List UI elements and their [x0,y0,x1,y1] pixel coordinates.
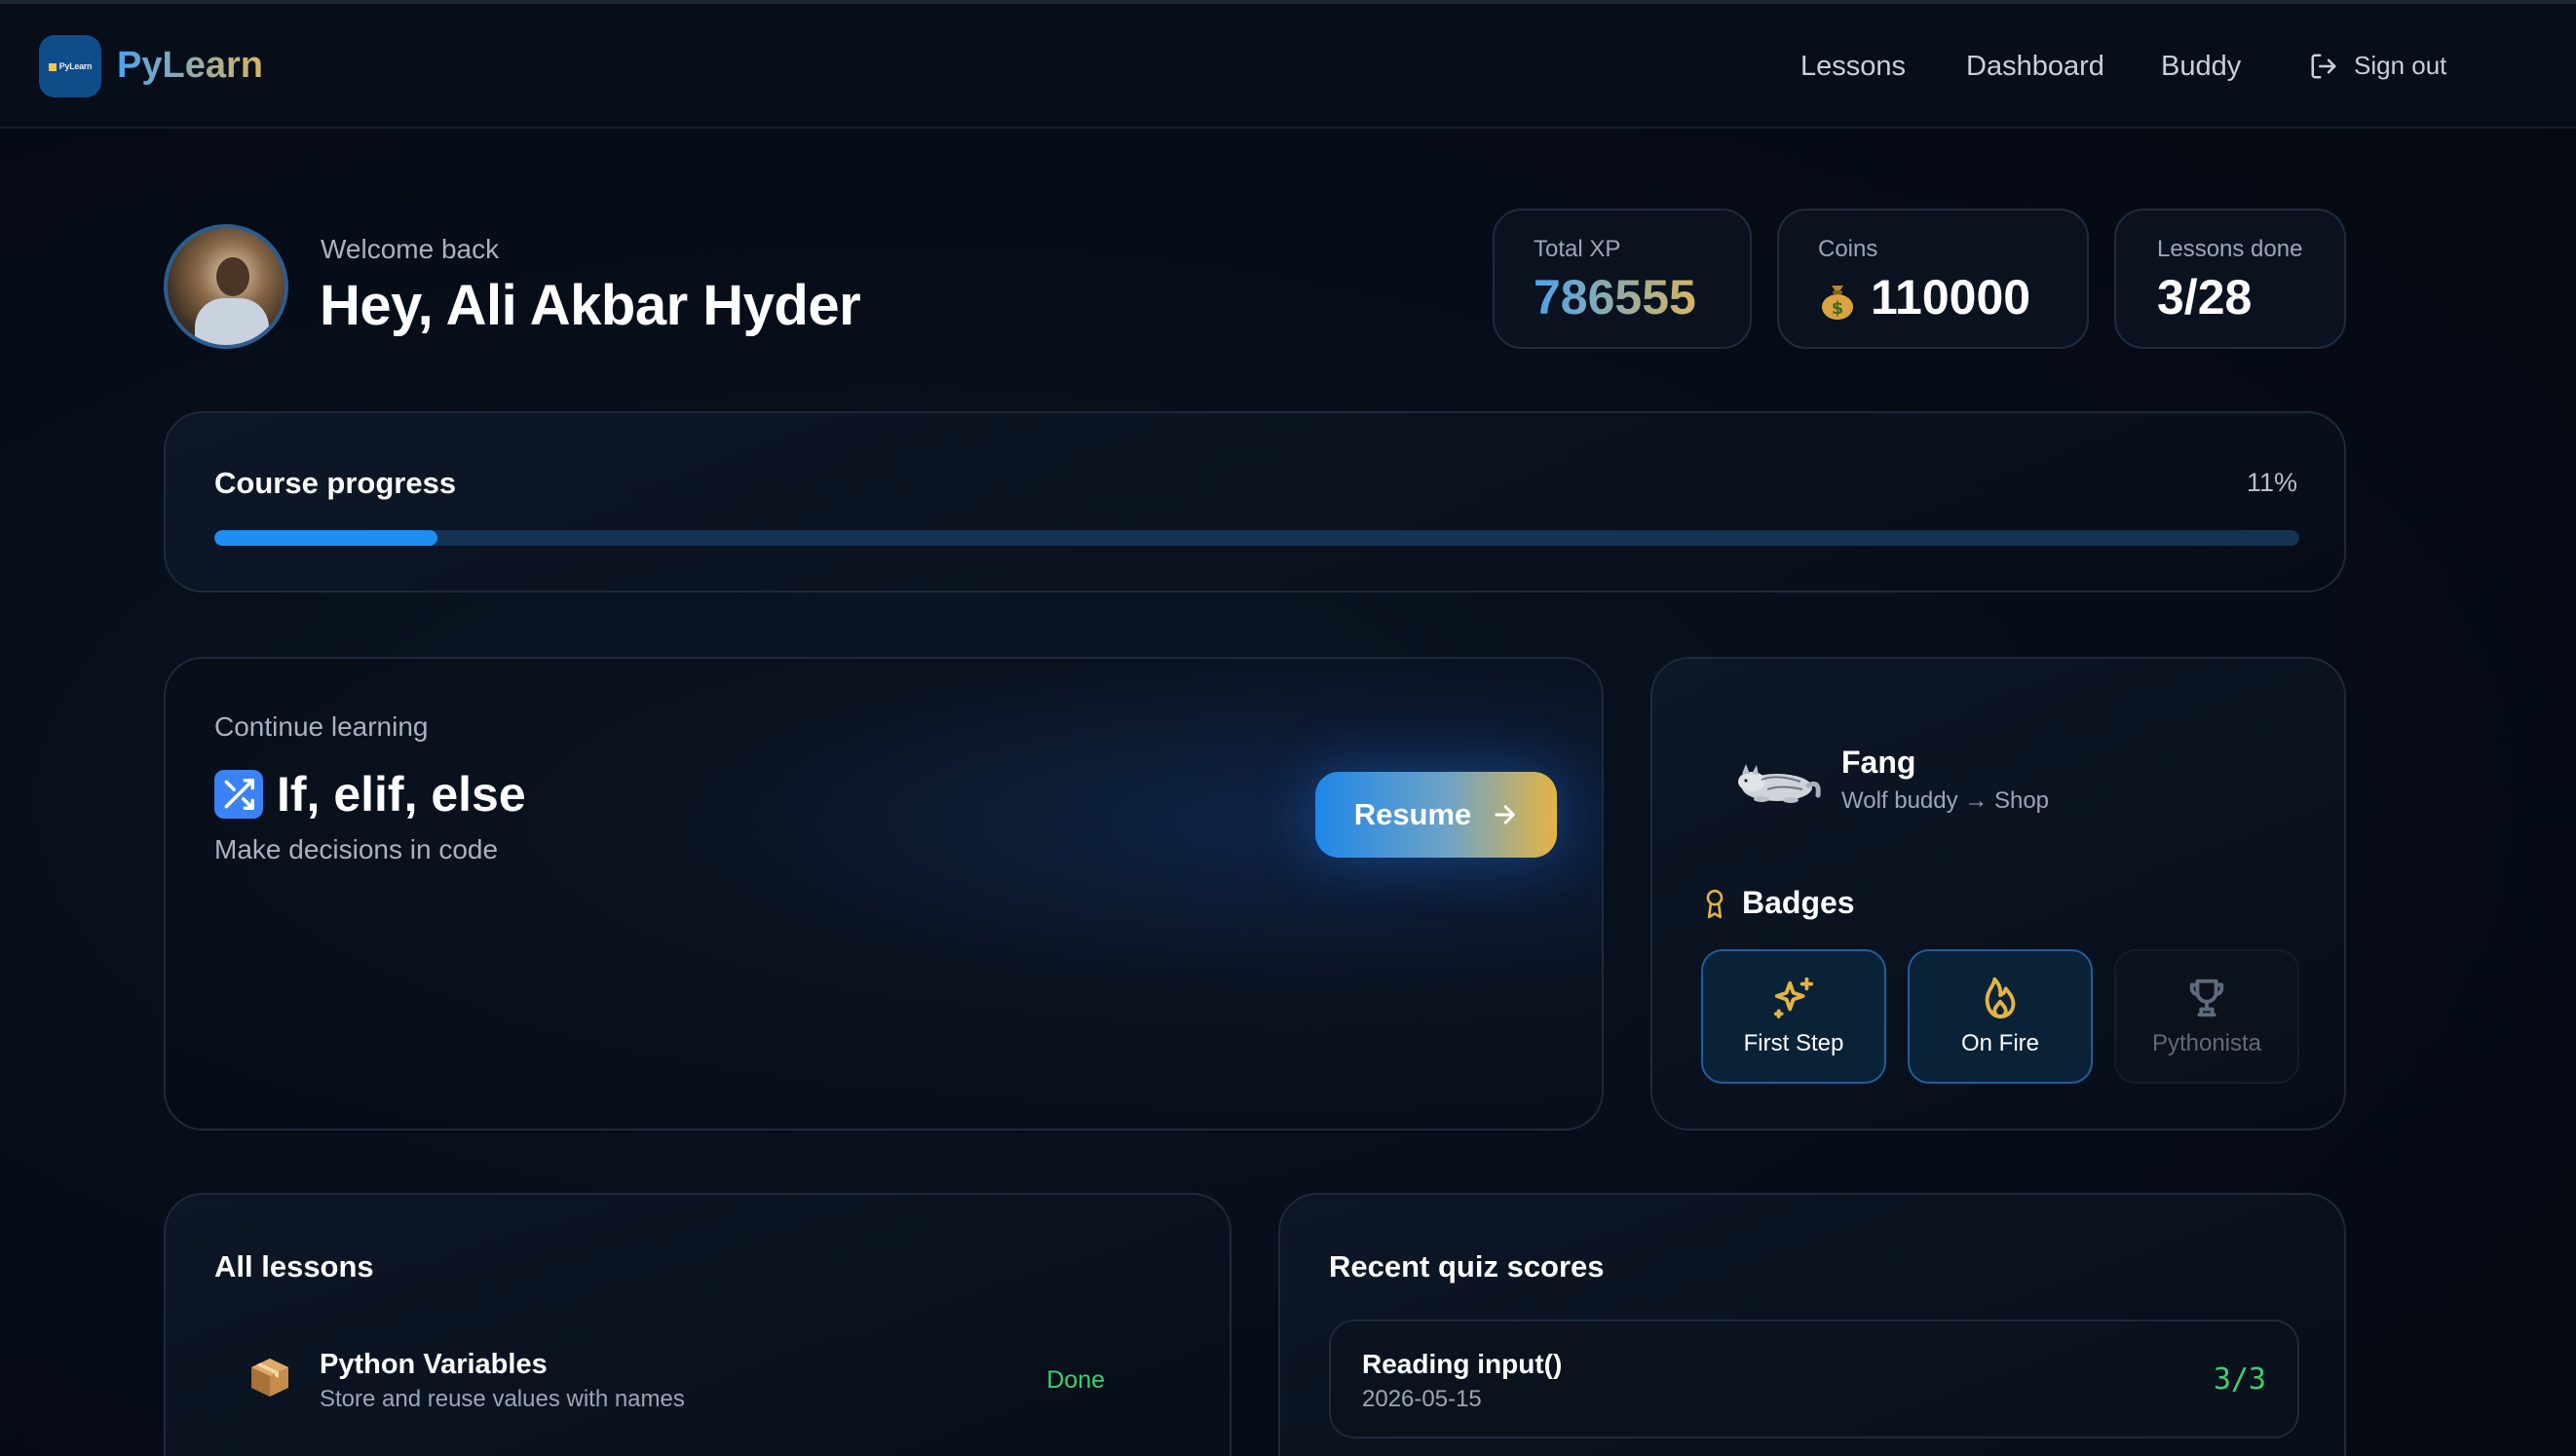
stat-xp-value: 786555 [1534,270,1696,325]
logo-icon[interactable]: PyLearn [39,35,101,97]
badge-pythonista[interactable]: Pythonista [2114,949,2299,1084]
progress-fill [214,530,437,546]
badge-label: Pythonista [2151,1030,2262,1056]
brand-name[interactable]: PyLearn [117,45,263,87]
welcome-text: Welcome back [321,234,500,264]
avatar-body [195,298,269,345]
course-progress-card: Course progress 11% [164,411,2346,593]
money-bag-icon: $ [1818,276,1857,320]
stat-total-xp: Total XP 786555 [1493,209,1752,349]
progress-title: Course progress [214,466,457,500]
stat-lessons-label: Lessons done [2157,236,2303,262]
resume-button[interactable]: Resume [1315,772,1557,858]
nav-buddy[interactable]: Buddy [2161,51,2241,83]
sign-out-button[interactable]: Sign out [2309,51,2446,81]
badge-label: On Fire [1960,1030,2039,1056]
stat-coins: Coins $ 110000 [1777,209,2089,349]
current-lesson-title: If, elif, else [277,767,526,822]
all-lessons-title: All lessons [214,1249,374,1284]
progress-percent: 11% [2246,468,2297,497]
stat-xp-label: Total XP [1534,236,1621,262]
lesson-subtitle: Store and reuse values with names [320,1386,685,1412]
quiz-date: 2026-05-15 [1362,1386,1482,1412]
avatar[interactable] [164,224,288,349]
buddy-shop-link[interactable]: Wolf buddy → Shop [1841,787,2049,815]
logo-mini-text: PyLearn [49,61,93,71]
continue-label: Continue learning [214,711,429,742]
quiz-row[interactable]: Reading input() 2026-05-15 3/3 [1329,1320,2299,1438]
dashboard-page: PyLearn PyLearn Lessons Dashboard Buddy … [0,0,2576,1456]
trophy-icon [2189,978,2224,1017]
sparkles-icon [1773,977,1814,1019]
lesson-title: Python Variables [320,1349,548,1380]
buddy-name: Fang [1841,745,1916,780]
resume-label: Resume [1353,797,1472,831]
lesson-status-badge: Done [1046,1366,1105,1394]
continue-learning-card: Continue learning If, elif, else Make de… [164,657,1604,1130]
badge-first-step[interactable]: First Step [1701,949,1886,1084]
sign-out-label: Sign out [2354,51,2447,80]
current-lesson-description: Make decisions in code [214,834,499,864]
badge-on-fire[interactable]: On Fire [1908,949,2093,1084]
box-icon [251,1359,288,1397]
svg-text:$: $ [1832,298,1844,319]
flame-icon [1985,977,2016,1019]
stat-coins-value: 110000 [1871,270,2031,325]
stat-coins-label: Coins [1818,236,1878,262]
arrow-right-icon [1495,805,1516,824]
shuffle-icon [214,770,263,819]
badges-title: Badges [1742,885,1855,920]
stat-lessons-value: 3/28 [2157,270,2253,325]
stat-lessons-done: Lessons done 3/28 [2114,209,2346,349]
recent-quiz-card: Recent quiz scores Reading input() 2026-… [1278,1193,2346,1456]
quiz-score: 3/3 [2213,1362,2266,1397]
greeting-title: Hey, Ali Akbar Hyder [320,274,861,337]
sign-out-icon [2311,54,2336,78]
progress-track [214,530,2299,546]
avatar-head [216,257,249,296]
current-lesson-heading: If, elif, else [214,766,526,823]
buddy-card: Fang Wolf buddy → Shop Badges First Step… [1650,657,2346,1130]
badge-label: First Step [1743,1030,1844,1056]
lesson-row[interactable]: Python Variables Store and reuse values … [214,1341,1185,1429]
quiz-title: Reading input() [1362,1349,1563,1379]
all-lessons-card: All lessons Python Variables Store and r… [164,1193,1231,1456]
award-icon [1706,889,1724,918]
wolf-icon[interactable] [1732,752,1822,807]
badges-header: Badges [1701,885,1855,921]
nav-dashboard[interactable]: Dashboard [1966,51,2104,83]
nav-lessons[interactable]: Lessons [1800,51,1906,83]
top-nav: PyLearn PyLearn Lessons Dashboard Buddy … [0,4,2576,129]
recent-quiz-title: Recent quiz scores [1329,1249,1605,1284]
